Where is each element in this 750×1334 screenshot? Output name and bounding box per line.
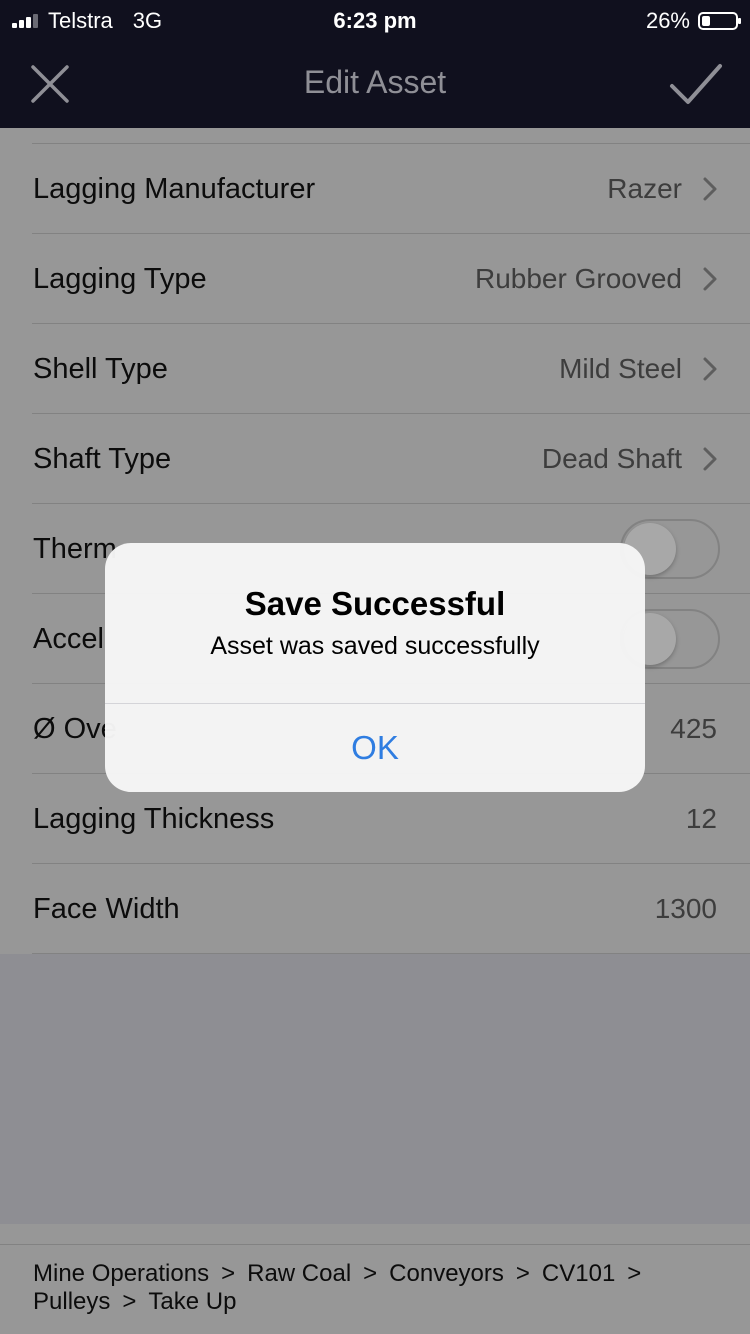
save-successful-alert: Save Successful Asset was saved successf…	[105, 543, 645, 792]
ok-button[interactable]: OK	[105, 704, 645, 792]
alert-message: Asset was saved successfully	[210, 632, 540, 660]
alert-title: Save Successful	[244, 585, 506, 622]
modal-overlay: Save Successful Asset was saved successf…	[0, 0, 750, 1334]
